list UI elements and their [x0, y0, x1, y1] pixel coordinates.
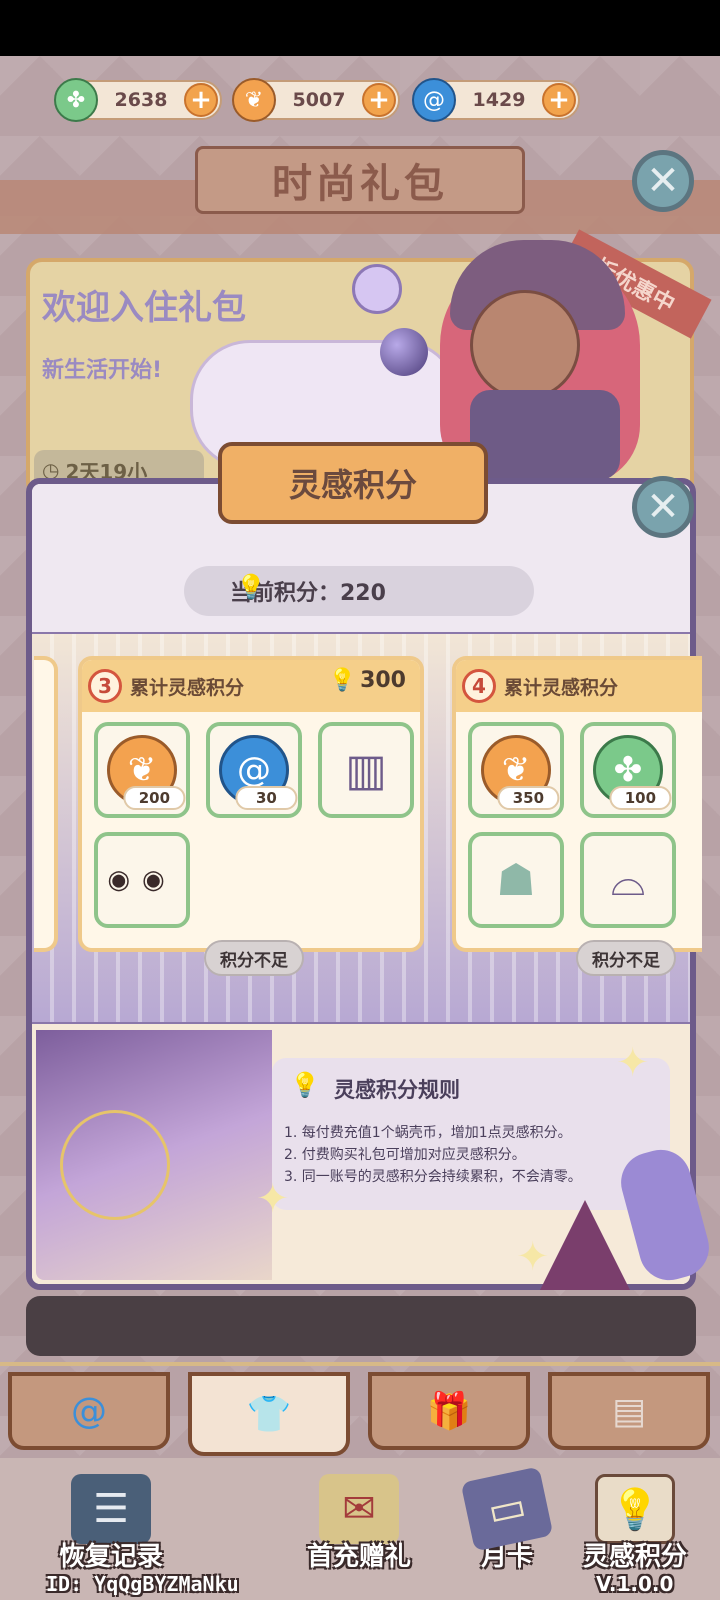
- orb-decoration: [380, 328, 428, 376]
- rule-item: 2. 付费购买礼包可增加对应灵感积分。: [284, 1147, 526, 1163]
- user-id: ID: YqQgBYZMaNku: [46, 1572, 239, 1596]
- reward-qty: 100: [609, 786, 672, 810]
- tier-label: 累计灵感积分: [504, 676, 619, 699]
- tab-gift[interactable]: 🎁: [368, 1372, 530, 1450]
- reward-item[interactable]: ☗: [468, 832, 564, 928]
- nav-first-recharge[interactable]: ✉ 首充赠礼: [284, 1474, 434, 1584]
- card-icon: ▭: [460, 1466, 554, 1552]
- currency-shell: ❦ 5007 +: [232, 78, 400, 122]
- nav-inspiration-points[interactable]: 💡 灵感积分: [560, 1474, 710, 1584]
- reward-item[interactable]: ▥: [318, 722, 414, 818]
- eyes-icon: ◉◉: [107, 865, 177, 895]
- lightbulb-icon: 💡: [290, 1071, 320, 1099]
- rules-title: 灵感积分规则: [334, 1078, 460, 1102]
- tier-card: 4 累计灵感积分 ❦ 350 ✤ 100 ☗ ⌓: [452, 656, 702, 952]
- reward-qty: 30: [235, 786, 298, 810]
- shirt-icon: 👕: [246, 1394, 292, 1435]
- tier-number: 3: [88, 669, 122, 703]
- reward-qty: 350: [497, 786, 560, 810]
- bulb-frame-icon: 💡: [595, 1474, 675, 1544]
- tab-fashion[interactable]: 👕: [188, 1372, 350, 1456]
- nav-label: 首充赠礼: [306, 1542, 411, 1572]
- tab-divider: [0, 1362, 720, 1366]
- orb-decoration: [352, 264, 402, 314]
- character-body: [470, 390, 620, 480]
- tier-required-points: 💡 300: [329, 668, 406, 693]
- swirl-gem-icon: @: [412, 78, 456, 122]
- veil-dress-icon: ☗: [496, 854, 536, 906]
- currency-value: 5007: [292, 89, 346, 111]
- reward-item[interactable]: ❦ 350: [468, 722, 564, 818]
- pants-icon: ▥: [345, 744, 387, 796]
- lightbulb-icon: 💡: [328, 668, 357, 693]
- reward-item[interactable]: ❦ 200: [94, 722, 190, 818]
- nav-restore-records[interactable]: ☰ 恢复记录: [36, 1474, 186, 1584]
- close-icon: ✕: [646, 158, 680, 204]
- currency-value: 2638: [114, 89, 168, 111]
- shell-coin-icon: ❦: [232, 78, 276, 122]
- reward-item[interactable]: @ 30: [206, 722, 302, 818]
- add-currency-button[interactable]: +: [542, 83, 576, 117]
- sparkle-icon: ✦: [616, 1040, 650, 1086]
- witch-hat-decoration: [540, 1200, 630, 1290]
- lightbulb-icon: 💡: [236, 573, 266, 601]
- pentagram-decoration: [60, 1110, 170, 1220]
- nav-label: 恢复记录: [58, 1542, 163, 1572]
- close-shop-button[interactable]: ✕: [632, 150, 694, 212]
- tier-header: 4 累计灵感积分: [456, 660, 702, 712]
- gift-icon: 🎁: [426, 1391, 472, 1432]
- close-modal-button[interactable]: ✕: [632, 476, 694, 538]
- shop-title: 时尚礼包: [195, 146, 525, 214]
- tab-scroll[interactable]: ▤: [548, 1372, 710, 1450]
- next-pack-card: [26, 1296, 696, 1356]
- currency-swirl: @ 1429 +: [412, 78, 580, 122]
- character-face: [470, 290, 580, 400]
- reward-item[interactable]: ◉◉: [94, 832, 190, 928]
- status-bar: [0, 0, 720, 56]
- currency-clover: ✤ 2638 +: [54, 78, 222, 122]
- add-currency-button[interactable]: +: [362, 83, 396, 117]
- envelope-icon: ✉: [319, 1474, 399, 1544]
- reward-qty: 200: [123, 786, 186, 810]
- rule-item: 3. 同一账号的灵感积分会持续累积，不会清零。: [284, 1169, 582, 1185]
- swirl-icon: @: [71, 1390, 107, 1432]
- add-currency-button[interactable]: +: [184, 83, 218, 117]
- rule-item: 1. 每付费充值1个蜗壳币，增加1点灵感积分。: [284, 1125, 572, 1141]
- tier-number: 4: [462, 669, 496, 703]
- required-points-value: 300: [360, 668, 406, 693]
- reward-item[interactable]: ✤ 100: [580, 722, 676, 818]
- welcome-title: 欢迎入住礼包: [42, 288, 246, 328]
- nav-label: 灵感积分: [582, 1542, 687, 1572]
- reward-item[interactable]: ⌓: [580, 832, 676, 928]
- tab-swirl[interactable]: @: [8, 1372, 170, 1450]
- tier-card-previous: [34, 656, 58, 952]
- close-icon: ✕: [646, 484, 680, 530]
- tier-card: 3 累计灵感积分 💡 300 ❦ 200 @ 30 ▥ ◉◉: [78, 656, 424, 952]
- currency-value: 1429: [472, 89, 526, 111]
- tier-header: 3 累计灵感积分 💡 300: [82, 660, 420, 712]
- insufficient-points-button[interactable]: 积分不足: [576, 940, 676, 976]
- app-version: V.1.0.0: [596, 1572, 674, 1596]
- clover-coin-icon: ✤: [54, 78, 98, 122]
- scroll-icon: ▤: [611, 1390, 646, 1432]
- welcome-subtitle: 新生活开始!: [42, 358, 163, 383]
- sparkle-icon: ✦: [256, 1176, 290, 1222]
- tier-label: 累计灵感积分: [130, 676, 245, 699]
- clipboard-icon: ☰: [71, 1474, 151, 1544]
- modal-title: 灵感积分: [218, 442, 488, 524]
- insufficient-points-button[interactable]: 积分不足: [204, 940, 304, 976]
- top-outfit-icon: ⌓: [610, 854, 646, 906]
